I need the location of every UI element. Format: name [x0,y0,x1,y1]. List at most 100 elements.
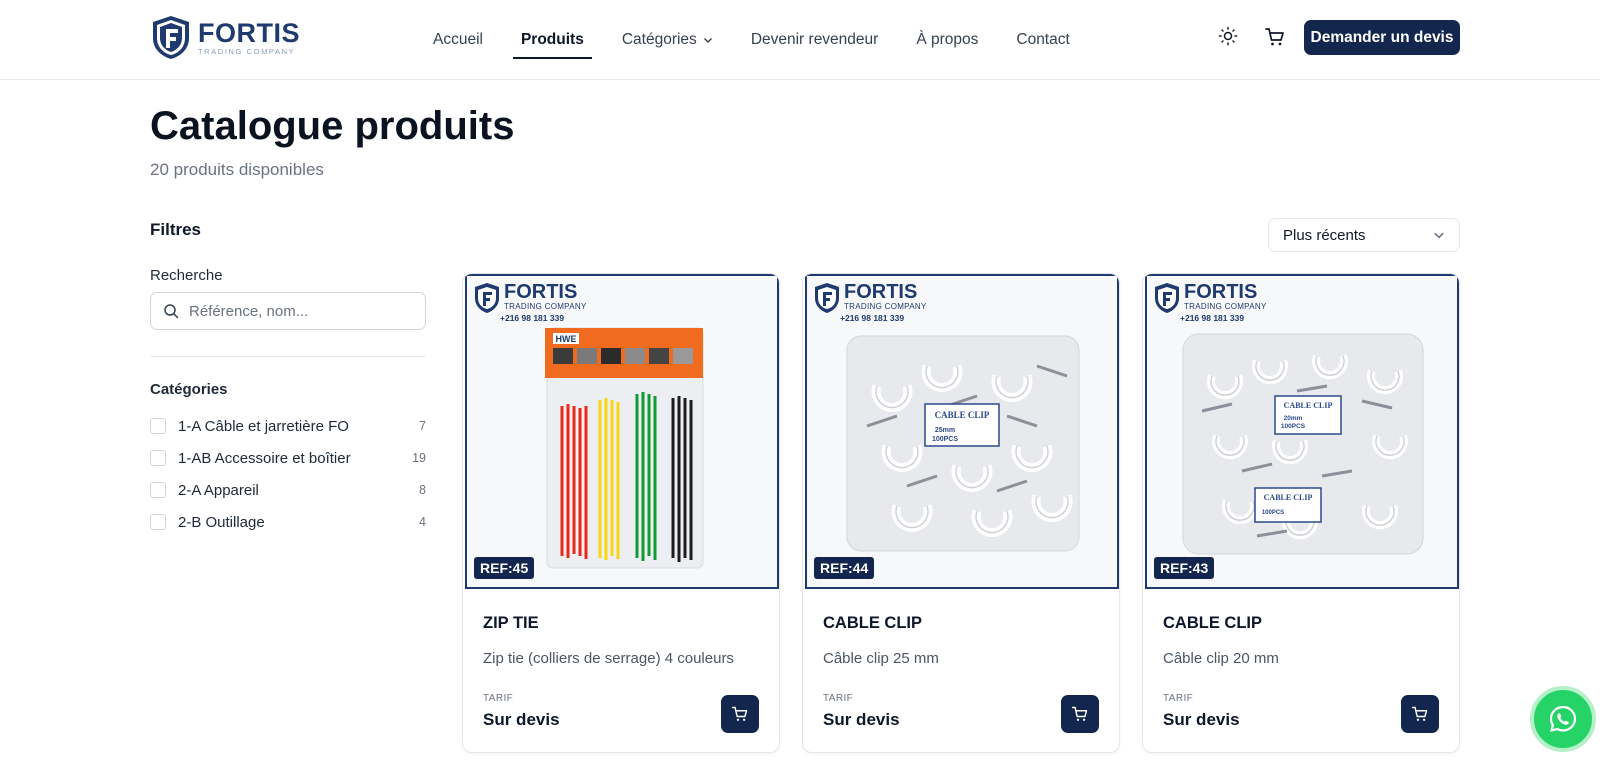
brand-logo[interactable]: FORTIS TRADING COMPANY [150,14,300,60]
category-item[interactable]: 1-AB Accessoire et boîtier 19 [150,442,426,474]
whatsapp-button[interactable] [1530,686,1596,752]
price-label: TARIF [823,693,854,704]
page-title: Catalogue produits [150,104,515,148]
sort-value: Plus récents [1283,226,1366,244]
watermark-phone: +216 98 181 339 [840,313,905,323]
watermark-sub: TRADING COMPANY [1184,302,1267,311]
package-size: 20mm [1284,415,1303,422]
product-price: Sur devis [1163,710,1240,729]
nav-label: Devenir revendeur [750,31,879,48]
filters-title: Filtres [150,220,202,239]
package-count: 100PCS [1262,510,1284,516]
category-checkbox[interactable] [150,418,166,434]
nav-label: À propos [916,31,979,48]
watermark-sub: TRADING COMPANY [504,302,587,311]
add-to-cart-button[interactable] [1061,695,1099,733]
category-count: 4 [419,515,426,529]
watermark: FORTIS TRADING COMPANY +216 98 181 339 [1153,282,1267,324]
product-price: Sur devis [483,710,560,729]
nav-label: Catégories [621,31,697,48]
category-label: 2-A Appareil [178,481,259,499]
product-description: Câble clip 25 mm [823,650,939,667]
sort-select[interactable]: Plus récents [1268,218,1460,252]
category-label: 1-A Câble et jarretière FO [178,417,349,435]
category-checkbox[interactable] [150,514,166,530]
product-price: Sur devis [823,710,900,729]
watermark-phone: +216 98 181 339 [1180,313,1245,323]
product-count: 20 produits disponibles [150,160,324,179]
category-item[interactable]: 2-A Appareil 8 [150,474,426,506]
price-label: TARIF [483,693,514,704]
product-title[interactable]: CABLE CLIP [823,614,922,633]
main-nav: Accueil Produits Catégories Devenir reve… [433,0,1108,80]
watermark-brand: FORTIS [504,281,578,303]
watermark-brand: FORTIS [1184,281,1258,303]
product-description: Zip tie (colliers de serrage) 4 couleurs [483,650,734,667]
ref-badge: REF:44 [814,557,875,579]
price-label: TARIF [1163,693,1194,704]
watermark: FORTIS TRADING COMPANY +216 98 181 339 [473,282,587,324]
nav-item-produits[interactable]: Produits [512,0,592,80]
package-count: 100PCS [1281,423,1306,430]
nav-label: Produits [520,31,584,48]
ref-badge: REF:45 [474,557,535,579]
nav-item-accueil[interactable]: Accueil [433,0,483,80]
nav-item-a-propos[interactable]: À propos [916,0,978,80]
category-checkbox[interactable] [150,450,166,466]
site-header: FORTIS TRADING COMPANY Accueil Produits … [0,0,1600,80]
cart-icon [731,706,748,721]
product-description: Câble clip 20 mm [1163,650,1279,667]
chevron-down-icon [703,38,712,43]
search-label: Recherche [150,267,223,284]
ref-badge: REF:43 [1154,557,1215,579]
shield-logo-icon [815,283,839,313]
category-count: 8 [419,483,426,497]
nav-item-devenir-revendeur[interactable]: Devenir revendeur [751,0,879,80]
brand-tagline: TRADING COMPANY [198,46,296,56]
sidebar-divider [150,356,426,357]
category-count: 7 [419,419,426,433]
nav-item-categories[interactable]: Catégories [622,0,713,80]
request-quote-button[interactable]: Demander un devis [1304,20,1460,55]
product-image[interactable]: CABLE CLIP 25mm 100PCS FORTIS TRADING CO… [805,274,1119,589]
whatsapp-icon [1549,705,1577,732]
category-label: 2-B Outillage [178,513,265,531]
add-to-cart-button[interactable] [721,695,759,733]
category-label: 1-AB Accessoire et boîtier [178,449,351,467]
shield-logo-icon [153,16,189,59]
package-label: CABLE CLIP [1264,493,1313,502]
package-count: 100PCS [932,436,958,443]
cart-icon[interactable] [1264,26,1286,48]
add-to-cart-button[interactable] [1401,695,1439,733]
product-title[interactable]: ZIP TIE [483,614,539,633]
package-label: CABLE CLIP [935,410,990,420]
package-brand: HWE [556,334,577,344]
brand-name: FORTIS [198,17,300,48]
category-item[interactable]: 1-A Câble et jarretière FO 7 [150,410,426,442]
product-image[interactable]: HWE FORTIS TRADING COMPANY +216 98 181 3… [465,274,779,589]
package-label: CABLE CLIP [1284,401,1333,410]
search-icon [164,304,179,319]
product-card[interactable]: CABLE CLIP 20mm 100PCS CABLE CLIP 100PCS… [1142,273,1460,753]
search-field[interactable] [150,292,426,330]
product-image[interactable]: CABLE CLIP 20mm 100PCS CABLE CLIP 100PCS… [1145,274,1459,589]
chevron-down-icon [1434,232,1444,239]
category-item[interactable]: 2-B Outillage 4 [150,506,426,538]
cart-icon [1411,706,1428,721]
nav-label: Accueil [433,31,483,48]
product-card[interactable]: HWE FORTIS TRADING COMPANY +216 98 181 3… [462,273,780,753]
watermark: FORTIS TRADING COMPANY +216 98 181 339 [813,282,927,324]
cart-icon [1071,706,1088,721]
search-input[interactable] [189,302,409,320]
product-title[interactable]: CABLE CLIP [1163,614,1262,633]
nav-label: Contact [1016,31,1070,48]
category-list: 1-A Câble et jarretière FO 7 1-AB Access… [150,410,426,538]
theme-toggle-sun-icon[interactable] [1218,26,1238,46]
package-size: 25mm [935,427,955,434]
shield-logo-icon [1155,283,1179,313]
category-count: 19 [412,451,426,465]
product-card[interactable]: CABLE CLIP 25mm 100PCS FORTIS TRADING CO… [802,273,1120,753]
nav-item-contact[interactable]: Contact [1016,0,1069,80]
category-checkbox[interactable] [150,482,166,498]
watermark-brand: FORTIS [844,281,918,303]
